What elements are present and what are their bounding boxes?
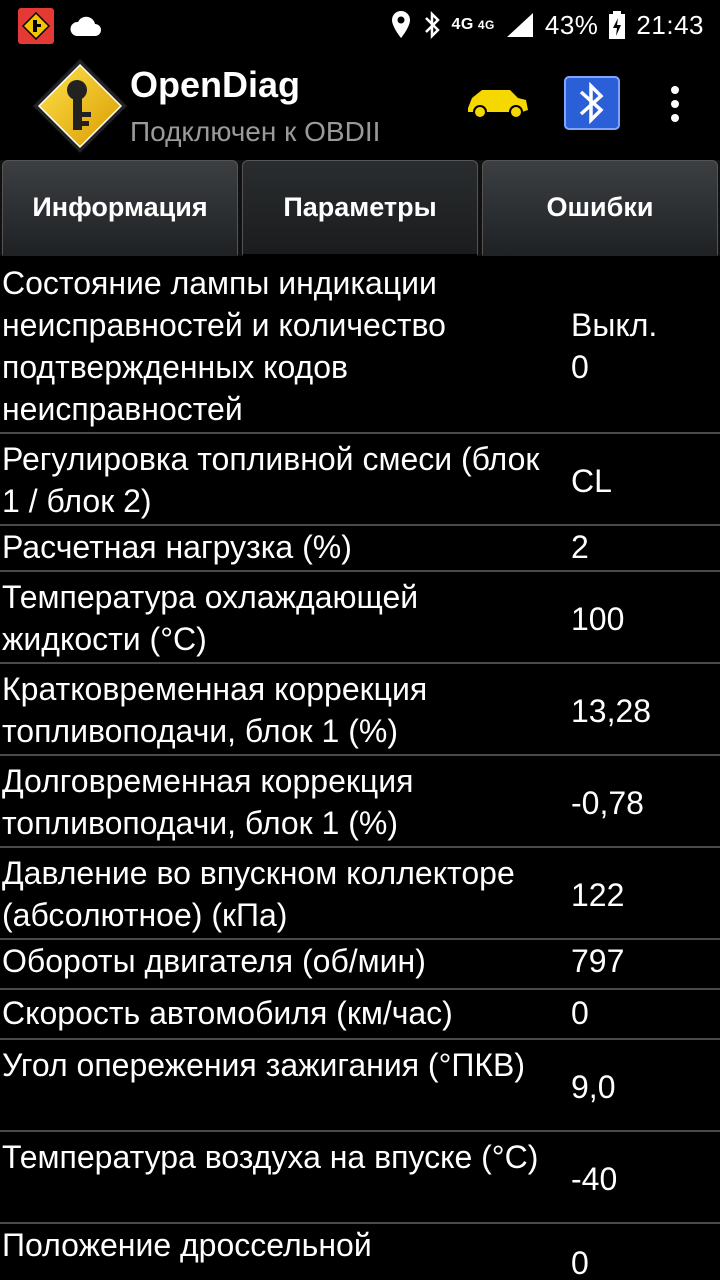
app-title: OpenDiag bbox=[130, 64, 301, 105]
param-value: -0,78 bbox=[571, 785, 644, 821]
param-name: Температура охлаждающей жидкости (°С) bbox=[2, 579, 419, 657]
cloud-icon bbox=[70, 16, 101, 36]
status-bar-system: 4G 4G 43% 21:43 bbox=[390, 0, 704, 50]
parameters-list[interactable]: Состояние лампы индикации неисправностей… bbox=[0, 256, 720, 1280]
param-row: Скорость автомобиля (км/час) 0 bbox=[0, 990, 720, 1040]
param-row: Кратковременная коррекция топливоподачи,… bbox=[0, 664, 720, 756]
param-row: Состояние лампы индикации неисправностей… bbox=[0, 256, 720, 434]
bluetooth-elm327-icon[interactable] bbox=[564, 76, 620, 130]
clock: 21:43 bbox=[636, 9, 704, 40]
param-name: Регулировка топливной смеси (блок 1 / бл… bbox=[2, 441, 540, 519]
param-name: Обороты двигателя (об/мин) bbox=[2, 943, 426, 979]
param-name: Угол опережения зажигания (°ПКВ) bbox=[2, 1047, 526, 1083]
param-name: Расчетная нагрузка (%) bbox=[2, 529, 352, 565]
param-name: Положение дроссельной bbox=[2, 1227, 372, 1263]
action-bar: OpenDiag Подключен к OBDII bbox=[0, 50, 720, 160]
param-value: -40 bbox=[571, 1161, 618, 1197]
param-row: Обороты двигателя (об/мин) 797 bbox=[0, 940, 720, 990]
param-row: Угол опережения зажигания (°ПКВ) 9,0 bbox=[0, 1040, 720, 1132]
network-type-b: 4G bbox=[477, 18, 495, 32]
status-bar: 4G 4G 43% 21:43 bbox=[0, 0, 720, 50]
param-row: Давление во впускном коллекторе (абсолют… bbox=[0, 848, 720, 940]
param-row: Температура охлаждающей жидкости (°С) 10… bbox=[0, 572, 720, 664]
param-row: Расчетная нагрузка (%) 2 bbox=[0, 526, 720, 572]
param-name: Состояние лампы индикации неисправностей… bbox=[2, 265, 446, 427]
battery-percent: 43% bbox=[544, 9, 599, 40]
param-name: Долговременная коррекция топливоподачи, … bbox=[2, 763, 414, 841]
param-row: Долговременная коррекция топливоподачи, … bbox=[0, 756, 720, 848]
param-value: Выкл. 0 bbox=[571, 307, 658, 385]
connection-status: Подключен к OBDII bbox=[130, 116, 381, 147]
battery-charging-icon bbox=[609, 11, 626, 39]
network-type-a: 4G bbox=[451, 16, 474, 33]
car-icon[interactable] bbox=[462, 82, 532, 122]
signal-icon bbox=[506, 13, 533, 37]
param-row: Регулировка топливной смеси (блок 1 / бл… bbox=[0, 434, 720, 526]
param-name: Давление во впускном коллекторе (абсолют… bbox=[2, 855, 515, 933]
param-value: 9,0 bbox=[571, 1069, 616, 1105]
tab-information[interactable]: Информация bbox=[2, 160, 238, 256]
param-row: Положение дроссельной 0 bbox=[0, 1224, 720, 1280]
param-name: Температура воздуха на впуске (°С) bbox=[2, 1139, 539, 1175]
param-value: 2 bbox=[571, 529, 589, 565]
tab-parameters[interactable]: Параметры bbox=[242, 160, 478, 256]
param-value: 13,28 bbox=[571, 693, 652, 729]
opendiag-logo-icon[interactable] bbox=[30, 56, 130, 156]
param-value: 0 bbox=[571, 1245, 589, 1280]
param-name: Скорость автомобиля (км/час) bbox=[2, 995, 453, 1031]
location-icon bbox=[391, 11, 410, 38]
bluetooth-status-icon bbox=[424, 10, 440, 40]
param-name: Кратковременная коррекция топливоподачи,… bbox=[2, 671, 428, 749]
opendiag-notification-icon bbox=[18, 8, 54, 44]
status-bar-notifications bbox=[18, 8, 102, 44]
overflow-menu-icon[interactable] bbox=[660, 80, 690, 130]
param-value: 122 bbox=[571, 877, 625, 913]
param-row: Температура воздуха на впуске (°С) -40 bbox=[0, 1132, 720, 1224]
tab-errors[interactable]: Ошибки bbox=[482, 160, 718, 256]
param-value: CL bbox=[571, 463, 612, 499]
param-value: 100 bbox=[571, 601, 625, 637]
tab-bar: Информация Параметры Ошибки bbox=[0, 160, 720, 256]
param-value: 0 bbox=[571, 995, 589, 1031]
param-value: 797 bbox=[571, 943, 625, 979]
